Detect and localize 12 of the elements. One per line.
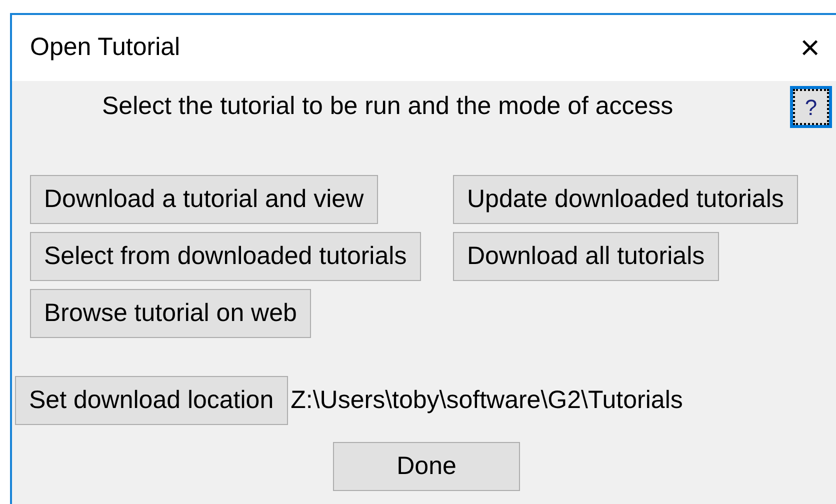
tutorial-action-button[interactable]: Download all tutorials [453,232,719,281]
tutorial-action-button[interactable]: Update downloaded tutorials [453,175,798,224]
tutorial-action-button[interactable]: Browse tutorial on web [30,289,311,338]
window-title: Open Tutorial [30,32,180,64]
done-button[interactable]: Done [333,442,520,491]
help-button[interactable]: ? [790,86,832,128]
tutorial-action-button[interactable]: Download a tutorial and view [30,175,378,224]
close-button[interactable]: × [796,31,824,65]
tutorial-action-button[interactable]: Select from downloaded tutorials [30,232,421,281]
set-location-button[interactable]: Set download location [15,376,288,425]
path-text: Z:\Users\toby\software\G2\Tutorials [290,384,683,416]
instruction-text: Select the tutorial to be run and the mode of access [102,91,674,122]
